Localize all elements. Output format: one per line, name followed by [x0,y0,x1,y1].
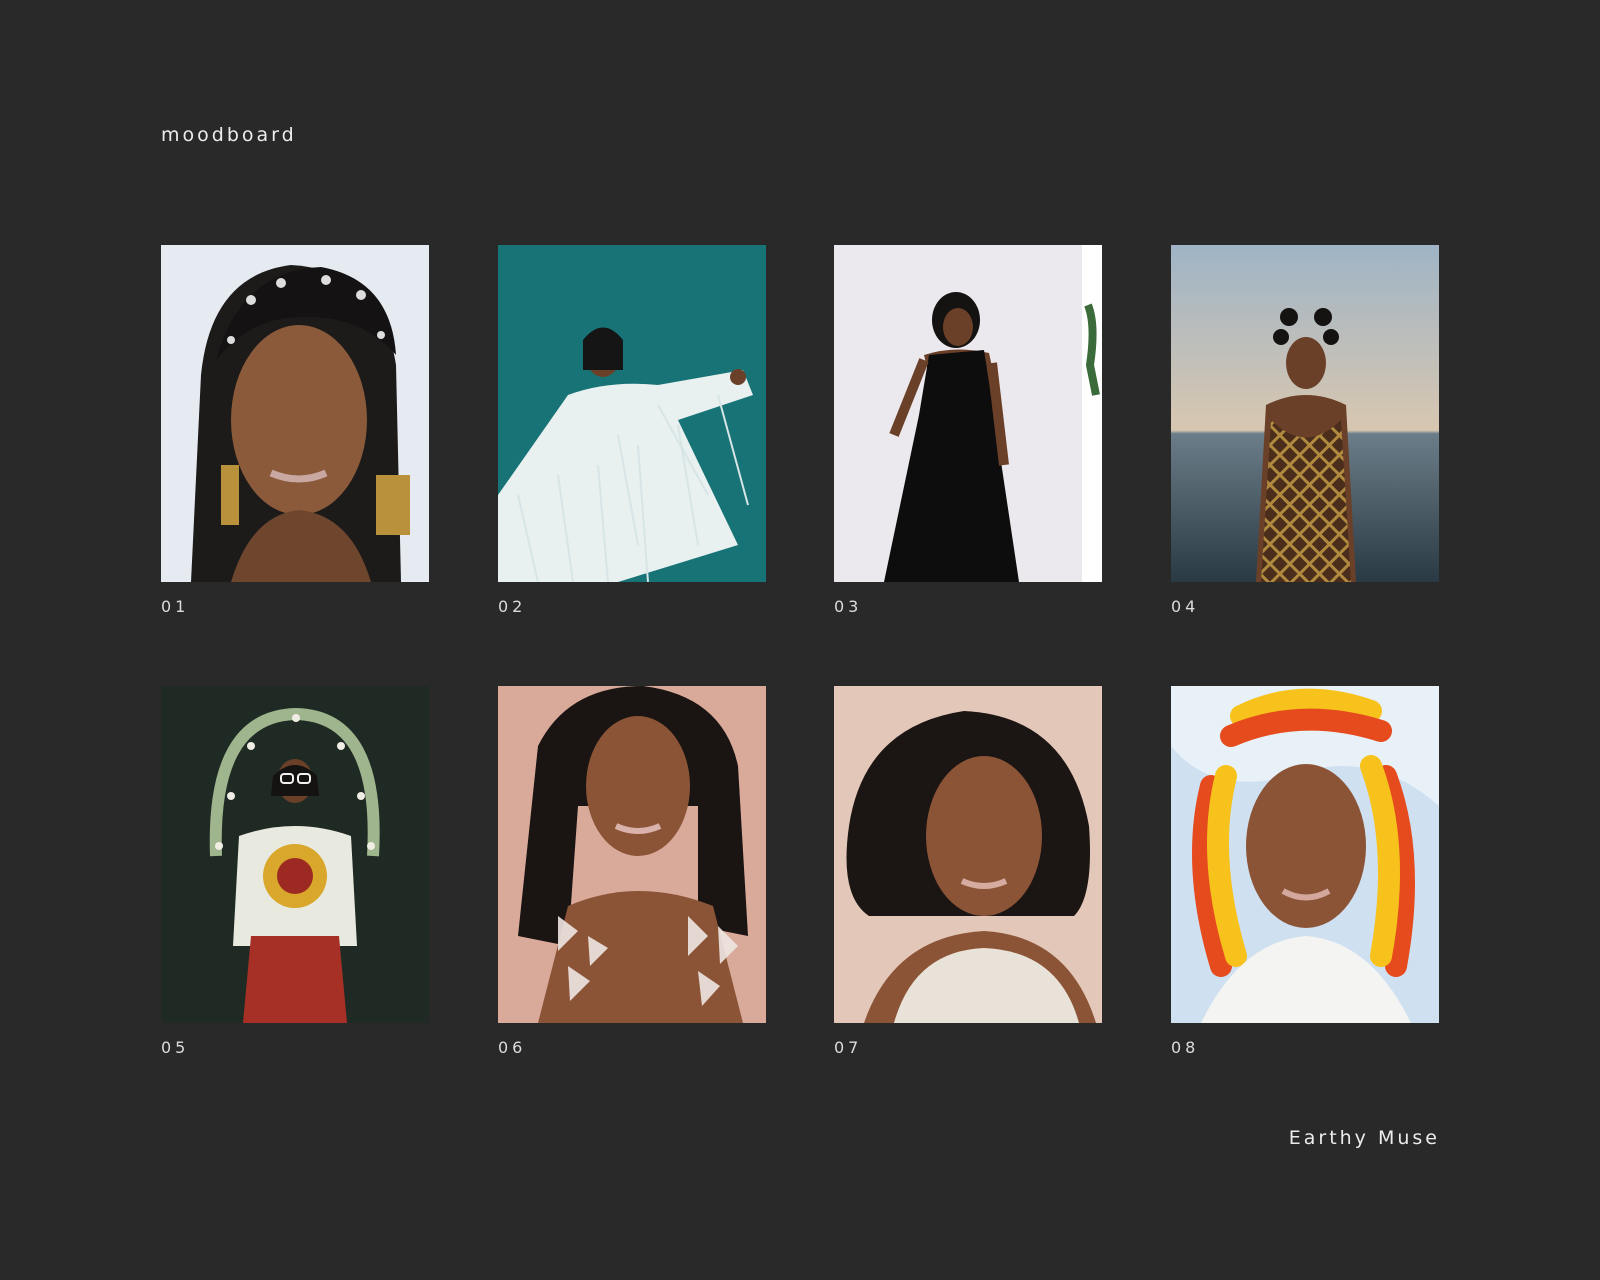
moodboard-tile-08[interactable]: 08 [1171,686,1439,1057]
photo-locs-crystal-top [498,686,766,1023]
tile-number: 06 [498,1038,527,1057]
tile-number: 01 [161,597,190,616]
moodboard-title: moodboard [161,124,297,146]
tile-number: 07 [834,1038,863,1057]
photo-black-gown [834,245,1102,582]
photo-seaside-net-dress [1171,245,1439,582]
moodboard-tile-03[interactable]: 03 [834,245,1102,616]
moodboard-tile-07[interactable]: 07 [834,686,1102,1057]
photo-fringe-dress [498,245,766,582]
tile-number: 05 [161,1038,190,1057]
moodboard-subtitle: Earthy Muse [1288,1127,1440,1149]
moodboard-tile-04[interactable]: 04 [1171,245,1439,616]
tile-number: 04 [1171,597,1200,616]
photo-bob-locs-portrait [834,686,1102,1023]
moodboard-tile-05[interactable]: 05 [161,686,429,1057]
moodboard-tile-06[interactable]: 06 [498,686,766,1057]
photo-portrait-headwrap [161,245,429,582]
moodboard-tile-02[interactable]: 02 [498,245,766,616]
moodboard-tile-01[interactable]: 01 [161,245,429,616]
tile-number: 03 [834,597,863,616]
photo-floral-halo [161,686,429,1023]
tile-number: 02 [498,597,527,616]
tile-number: 08 [1171,1038,1200,1057]
photo-colorful-hair-wraps [1171,686,1439,1023]
